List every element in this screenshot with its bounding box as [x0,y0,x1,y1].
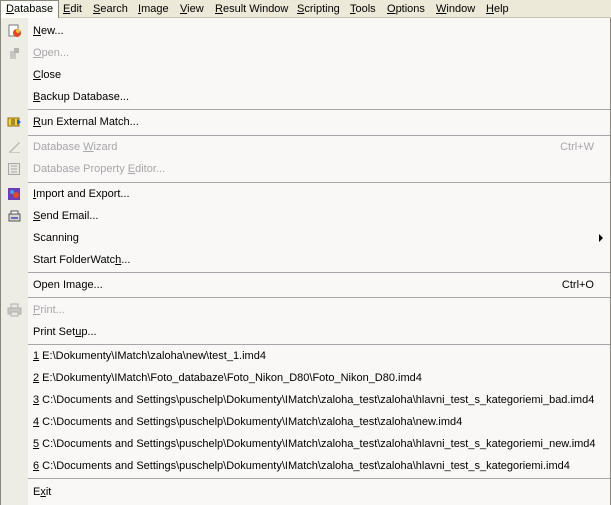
shortcut-ctrl-w: Ctrl+W [560,141,594,153]
shortcut-ctrl-o: Ctrl+O [561,279,594,291]
property-editor-icon [8,163,20,175]
menu-item-backup-database[interactable]: Backup Database... [1,86,610,108]
recent-file-4[interactable]: 4 C:\Documents and Settings\puschelp\Dok… [1,411,610,433]
menu-separator [28,109,610,110]
menu-item-new[interactable]: New... [1,20,610,42]
new-database-icon [8,24,21,37]
menubar-scripting[interactable]: Scripting [292,0,345,18]
menu-item-print[interactable]: Print... [1,299,610,321]
menu-item-exit[interactable]: Exit [1,481,610,503]
menubar-result-window[interactable]: Result Window [210,0,293,18]
menubar-tools[interactable]: Tools [345,0,381,18]
menubar-image[interactable]: Image [133,0,174,18]
menu-separator [28,478,610,479]
submenu-arrow-icon [599,234,603,242]
menu-item-close[interactable]: Close [1,64,610,86]
wizard-icon [9,142,20,153]
menu-item-send-email[interactable]: Send Email... [1,205,610,227]
recent-file-5[interactable]: 5 C:\Documents and Settings\puschelp\Dok… [1,433,610,455]
menu-item-open-image[interactable]: Open Image... Ctrl+O [1,274,610,296]
menu-item-import-export[interactable]: Import and Export... [1,183,610,205]
menubar-options[interactable]: Options [382,0,430,18]
menubar-help[interactable]: Help [481,0,514,18]
menubar-view[interactable]: View [175,0,209,18]
menu-item-start-folderwatch[interactable]: Start FolderWatch... [1,249,610,271]
menu-item-scanning[interactable]: Scanning [1,227,610,249]
recent-file-6[interactable]: 6 C:\Documents and Settings\puschelp\Dok… [1,455,610,477]
menu-separator [28,297,610,298]
import-export-icon [8,188,20,200]
menu-item-database-wizard[interactable]: Database Wizard Ctrl+W [1,136,610,158]
menu-bar: Database Edit Search Image View Result W… [0,0,611,18]
open-database-icon [10,48,19,59]
menu-item-run-external-match[interactable]: Run External Match... [1,111,610,133]
menubar-edit[interactable]: Edit [58,0,87,18]
menu-separator [28,272,610,273]
menubar-window[interactable]: Window [431,0,480,18]
menubar-search[interactable]: Search [88,0,133,18]
menu-item-print-setup[interactable]: Print Setup... [1,321,610,343]
recent-file-3[interactable]: 3 C:\Documents and Settings\puschelp\Dok… [1,389,610,411]
database-menu: New... Open... Close Backup Database... … [0,18,611,505]
recent-file-1[interactable]: 1 E:\Dokumenty\IMatch\zaloha\new\test_1.… [1,345,610,367]
menubar-database[interactable]: Database [0,0,60,18]
email-icon [8,210,21,222]
recent-file-2[interactable]: 2 E:\Dokumenty\IMatch\Foto_databaze\Foto… [1,367,610,389]
menu-item-database-property-editor[interactable]: Database Property Editor... [1,158,610,180]
menu-item-open[interactable]: Open... [1,42,610,64]
external-match-icon [7,117,21,127]
printer-icon [7,303,22,317]
